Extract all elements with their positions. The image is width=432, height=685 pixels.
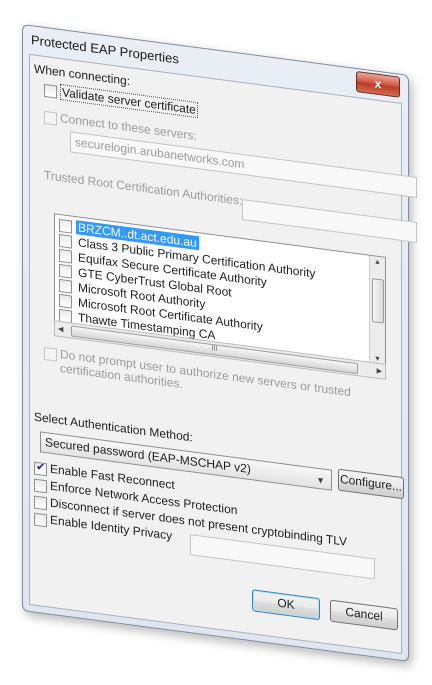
ca-checkbox[interactable] [59,293,72,309]
scroll-grip: III [211,344,218,353]
peap-properties-dialog: Protected EAP Properties x When connecti… [22,24,417,662]
stage: Protected EAP Properties x When connecti… [0,0,432,685]
ca-checkbox[interactable] [59,218,72,234]
scroll-up-icon[interactable]: ▲ [374,258,381,266]
ok-button[interactable]: OK [252,589,320,621]
close-button[interactable]: x [356,70,400,98]
enforce-nap-checkbox[interactable] [34,478,47,494]
fast-reconnect-checkbox[interactable] [34,461,47,477]
trusted-ca-filter-field [242,198,417,244]
identity-privacy-field[interactable] [190,534,375,580]
scroll-right-icon[interactable]: ▶ [377,367,382,376]
cancel-button[interactable]: Cancel [330,599,398,631]
chevron-down-icon: ▼ [316,474,325,486]
connect-servers-checkbox[interactable] [44,110,57,126]
servers-field-value: securelogin.arubanetworks.com [75,134,245,172]
ca-list-vertical-scrollbar[interactable]: ▲ ▼ [369,255,385,366]
ca-checkbox[interactable] [59,248,72,264]
do-not-prompt-checkbox[interactable] [44,346,57,362]
configure-button[interactable]: Configure... [338,468,404,500]
ca-checkbox[interactable] [59,233,72,249]
ca-checkbox[interactable] [59,263,72,279]
validate-cert-checkbox[interactable] [44,83,57,99]
disconnect-cryptobinding-checkbox[interactable] [34,495,47,511]
identity-privacy-checkbox[interactable] [34,512,47,528]
vertical-scroll-thumb[interactable] [372,278,384,324]
dialog-body: When connecting: Validate server certifi… [29,53,417,655]
ca-checkbox[interactable] [59,278,72,294]
scroll-left-icon[interactable]: ◀ [58,325,63,334]
trusted-ca-label: Trusted Root Certification Authorities: [44,167,243,209]
